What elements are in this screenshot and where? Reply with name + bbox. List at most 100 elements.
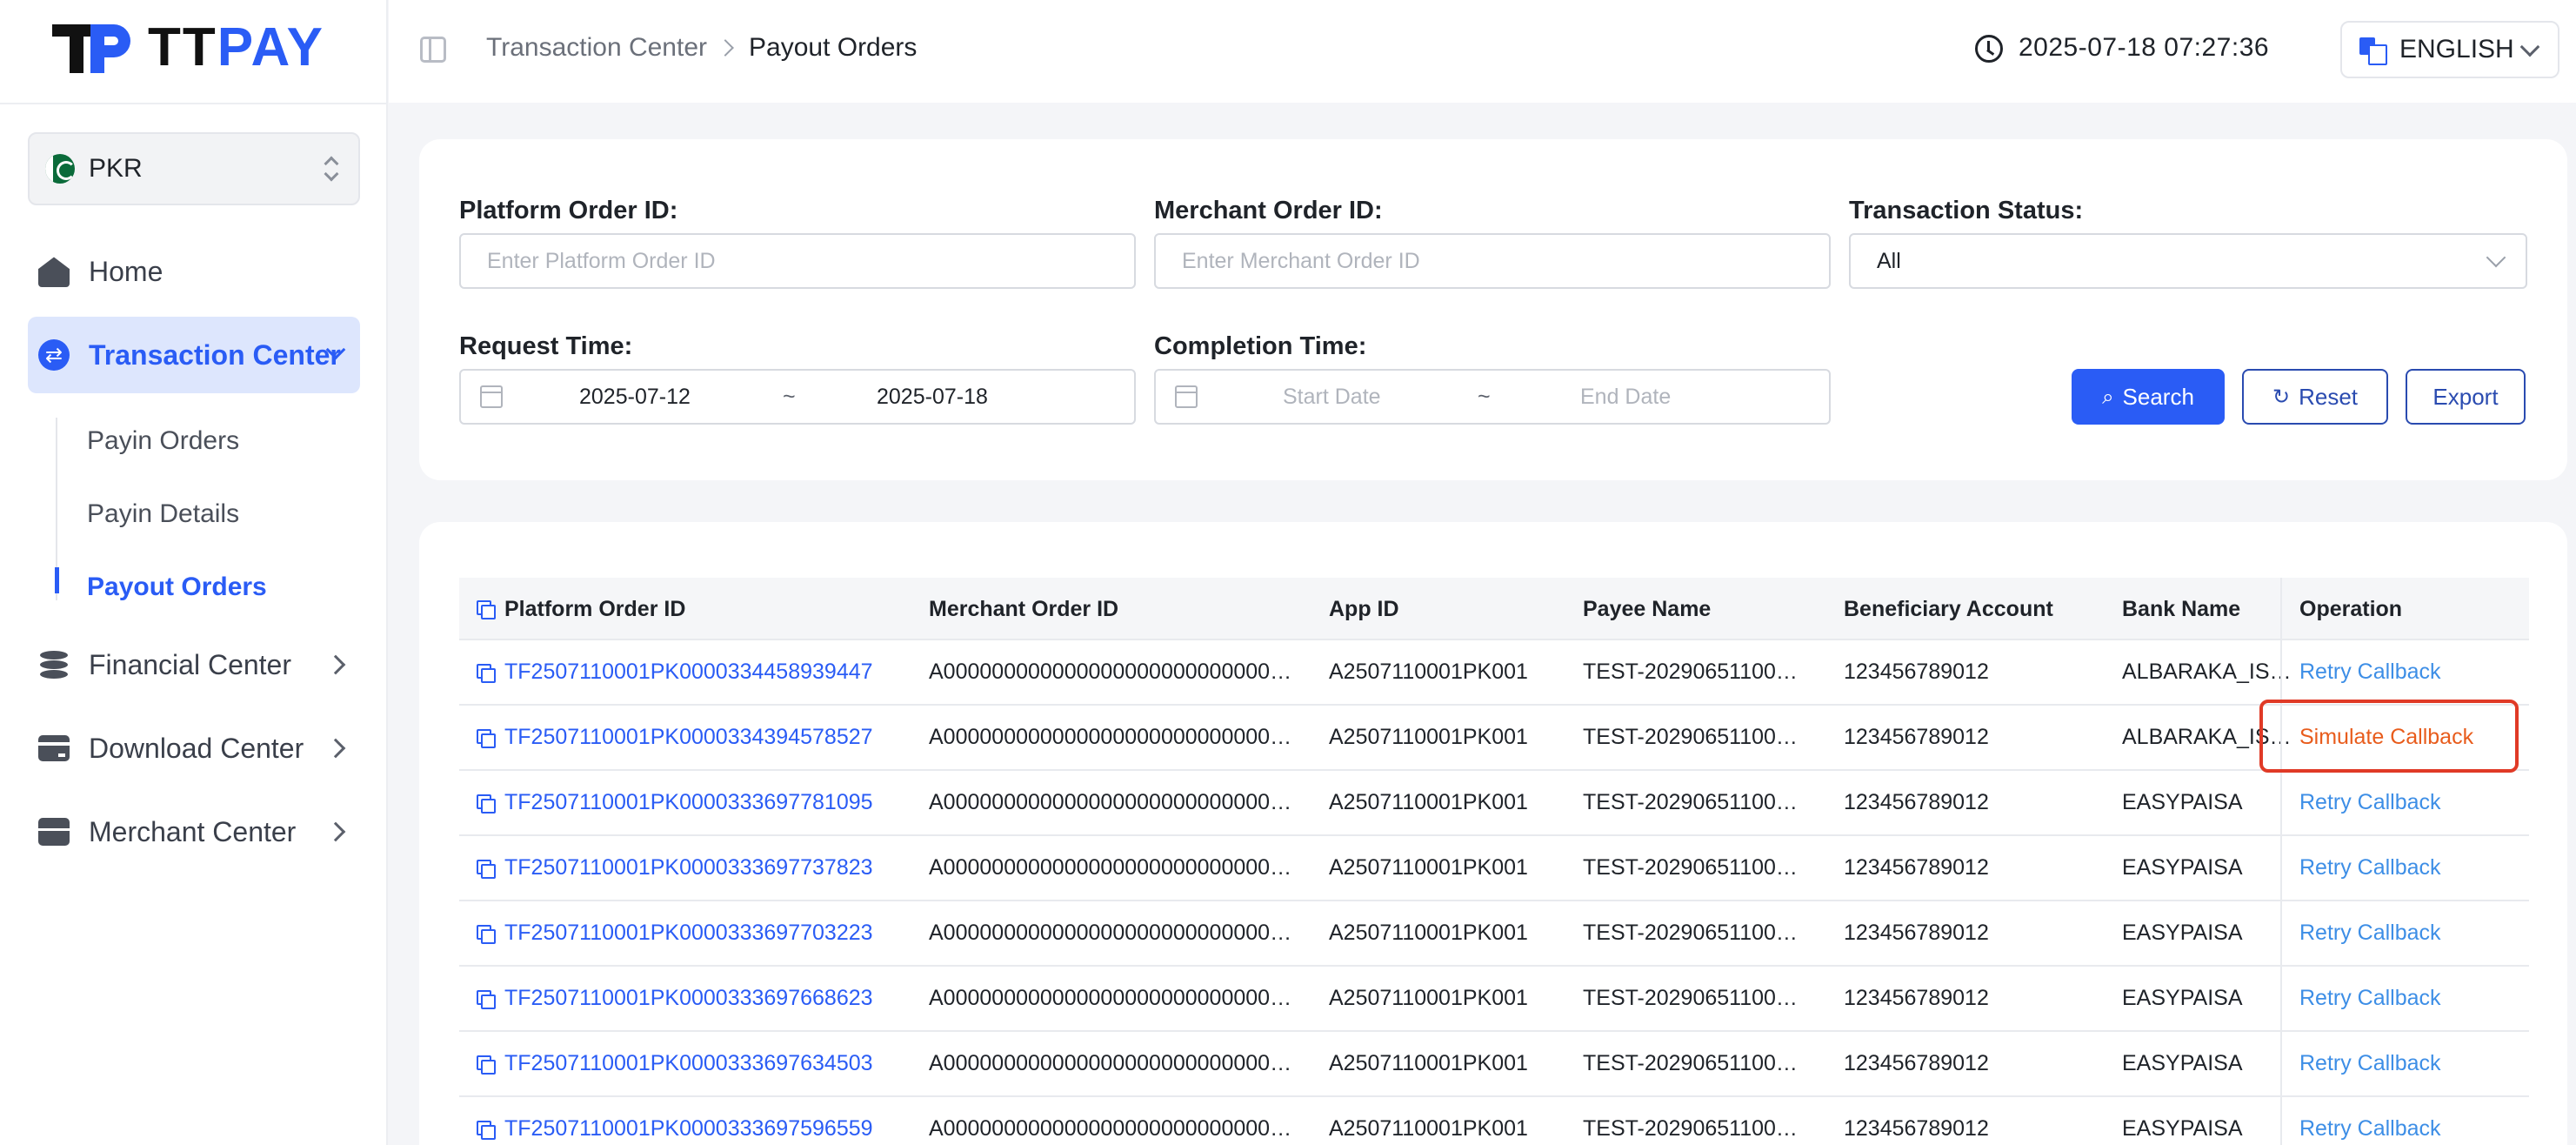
- platform-order-id-link[interactable]: TF2507110001PK0000333697634503: [504, 1051, 873, 1076]
- range-separator: ~: [783, 385, 796, 409]
- copy-icon[interactable]: [477, 860, 496, 879]
- sidebar-item-home[interactable]: Home: [28, 233, 360, 310]
- table-row: TF2507110001PK0000333697596559 A000000000…: [459, 1097, 2529, 1145]
- reset-button[interactable]: ↻ Reset: [2242, 369, 2388, 425]
- clock-icon: [1975, 35, 2003, 63]
- copy-icon[interactable]: [477, 794, 496, 814]
- payee-name-cell: TEST-20290651100…: [1583, 1116, 1798, 1141]
- beneficiary-account-cell: 123456789012: [1844, 725, 1989, 749]
- sidebar-item-label: Download Center: [89, 732, 304, 764]
- platform-order-id-link[interactable]: TF2507110001PK0000333697596559: [504, 1116, 873, 1142]
- table-row: TF2507110001PK0000334458939447 A000000000…: [459, 640, 2529, 706]
- transaction-status-value: All: [1877, 248, 1901, 273]
- platform-order-id-link[interactable]: TF2507110001PK0000333697668623: [504, 986, 873, 1011]
- language-label: ENGLISH: [2399, 35, 2514, 64]
- operation-cell: Retry Callback: [2280, 1032, 2529, 1095]
- beneficiary-account-cell: 123456789012: [1844, 986, 1989, 1010]
- store-icon: [38, 818, 70, 846]
- reset-button-label: Reset: [2299, 383, 2359, 410]
- retry-callback-link[interactable]: Retry Callback: [2299, 1116, 2441, 1142]
- sidebar-item-merchant-center[interactable]: Merchant Center: [28, 793, 360, 870]
- transaction-status-label: Transaction Status:: [1849, 197, 2084, 224]
- bank-name-cell: EASYPAISA: [2122, 1051, 2243, 1075]
- search-button[interactable]: ⌕ Search: [2072, 369, 2225, 425]
- sidebar-item-label: Merchant Center: [89, 815, 297, 847]
- export-button-label: Export: [2433, 383, 2499, 410]
- active-indicator: [55, 567, 59, 593]
- retry-callback-link[interactable]: Retry Callback: [2299, 921, 2441, 946]
- sidebar-item-financial-center[interactable]: Financial Center: [28, 626, 360, 703]
- sidebar: TTPAY PKR Home Transaction Center Payin …: [0, 0, 388, 1145]
- platform-order-id-link[interactable]: TF2507110001PK0000333697703223: [504, 921, 873, 946]
- column-header-bank-name: Bank Name: [2122, 597, 2241, 621]
- sidebar-item-download-center[interactable]: Download Center: [28, 710, 360, 787]
- app-id-cell: A2507110001PK001: [1329, 1116, 1528, 1141]
- payee-name-cell: TEST-20290651100…: [1583, 1051, 1798, 1075]
- request-time-range-picker[interactable]: 2025-07-12 ~ 2025-07-18: [459, 369, 1136, 425]
- sidebar-item-label: Transaction Center: [89, 338, 341, 371]
- completion-time-start[interactable]: Start Date: [1283, 385, 1381, 410]
- operation-cell: Retry Callback: [2280, 771, 2529, 834]
- platform-order-id-link[interactable]: TF2507110001PK0000334458939447: [504, 660, 873, 685]
- merchant-order-id-input[interactable]: Enter Merchant Order ID: [1154, 233, 1831, 289]
- highlight-annotation-box: [2259, 700, 2519, 773]
- app-id-cell: A2507110001PK001: [1329, 725, 1528, 749]
- breadcrumb-current: Payout Orders: [749, 33, 918, 62]
- pakistan-flag-icon: [45, 154, 75, 184]
- ttpay-logo[interactable]: TTPAY: [52, 19, 324, 77]
- column-header-platform-order-id: Platform Order ID: [504, 597, 686, 621]
- platform-order-id-link[interactable]: TF2507110001PK0000333697781095: [504, 790, 873, 815]
- sidebar-divider: [0, 103, 388, 104]
- retry-callback-link[interactable]: Retry Callback: [2299, 1051, 2441, 1076]
- copy-icon[interactable]: [477, 1121, 496, 1140]
- operation-cell: Retry Callback: [2280, 1097, 2529, 1145]
- copy-icon[interactable]: [477, 1055, 496, 1075]
- bank-name-cell: ALBARAKA_IS…: [2122, 660, 2292, 684]
- sidebar-subitem-payin-orders[interactable]: Payin Orders: [87, 426, 239, 456]
- platform-order-id-label: Platform Order ID:: [459, 197, 678, 224]
- beneficiary-account-cell: 123456789012: [1844, 1051, 1989, 1075]
- sidebar-item-transaction-center[interactable]: Transaction Center: [28, 317, 360, 393]
- beneficiary-account-cell: 123456789012: [1844, 660, 1989, 684]
- range-separator: ~: [1478, 385, 1491, 409]
- retry-callback-link[interactable]: Retry Callback: [2299, 660, 2441, 685]
- transaction-status-select[interactable]: All: [1849, 233, 2527, 289]
- bank-name-cell: EASYPAISA: [2122, 790, 2243, 814]
- platform-order-id-link[interactable]: TF2507110001PK0000334394578527: [504, 725, 873, 750]
- sidebar-subitem-payout-orders[interactable]: Payout Orders: [87, 572, 267, 602]
- payout-orders-table: Platform Order ID Merchant Order ID App …: [459, 578, 2529, 1145]
- retry-callback-link[interactable]: Retry Callback: [2299, 855, 2441, 881]
- filter-panel: Platform Order ID: Enter Platform Order …: [419, 139, 2567, 480]
- completion-time-range-picker[interactable]: Start Date ~ End Date: [1154, 369, 1831, 425]
- copy-icon[interactable]: [477, 664, 496, 683]
- request-time-label: Request Time:: [459, 332, 633, 360]
- sidebar-toggle-icon[interactable]: [420, 37, 446, 63]
- operation-cell: Retry Callback: [2280, 836, 2529, 900]
- request-time-start[interactable]: 2025-07-12: [579, 385, 691, 410]
- app-id-cell: A2507110001PK001: [1329, 660, 1528, 684]
- language-selector[interactable]: ENGLISH: [2340, 21, 2559, 78]
- request-time-end[interactable]: 2025-07-18: [877, 385, 988, 410]
- retry-callback-link[interactable]: Retry Callback: [2299, 790, 2441, 815]
- beneficiary-account-cell: 123456789012: [1844, 921, 1989, 945]
- chevron-right-icon: [325, 738, 346, 759]
- logo-mark-icon: [52, 21, 134, 75]
- merchant-order-id-cell: A000000000000000000000000000…: [929, 725, 1292, 749]
- retry-callback-link[interactable]: Retry Callback: [2299, 986, 2441, 1011]
- completion-time-end[interactable]: End Date: [1580, 385, 1671, 410]
- export-button[interactable]: Export: [2406, 369, 2526, 425]
- sidebar-subitem-payin-details[interactable]: Payin Details: [87, 499, 239, 529]
- currency-selector[interactable]: PKR: [28, 132, 360, 205]
- platform-order-id-link[interactable]: TF2507110001PK0000333697737823: [504, 855, 873, 881]
- copy-icon[interactable]: [477, 729, 496, 748]
- sidebar-item-label: Home: [89, 255, 164, 287]
- platform-order-id-input[interactable]: Enter Platform Order ID: [459, 233, 1136, 289]
- copy-icon[interactable]: [477, 990, 496, 1009]
- breadcrumb-separator-icon: [717, 39, 734, 57]
- copy-icon[interactable]: [477, 925, 496, 944]
- merchant-order-id-cell: A000000000000000000000000000…: [929, 660, 1292, 684]
- breadcrumb-parent[interactable]: Transaction Center: [486, 33, 707, 63]
- table-row: TF2507110001PK0000333697703223 A000000000…: [459, 901, 2529, 967]
- merchant-order-id-cell: A000000000000000000000000000…: [929, 921, 1292, 945]
- table-row: TF2507110001PK0000333697737823 A000000000…: [459, 836, 2529, 901]
